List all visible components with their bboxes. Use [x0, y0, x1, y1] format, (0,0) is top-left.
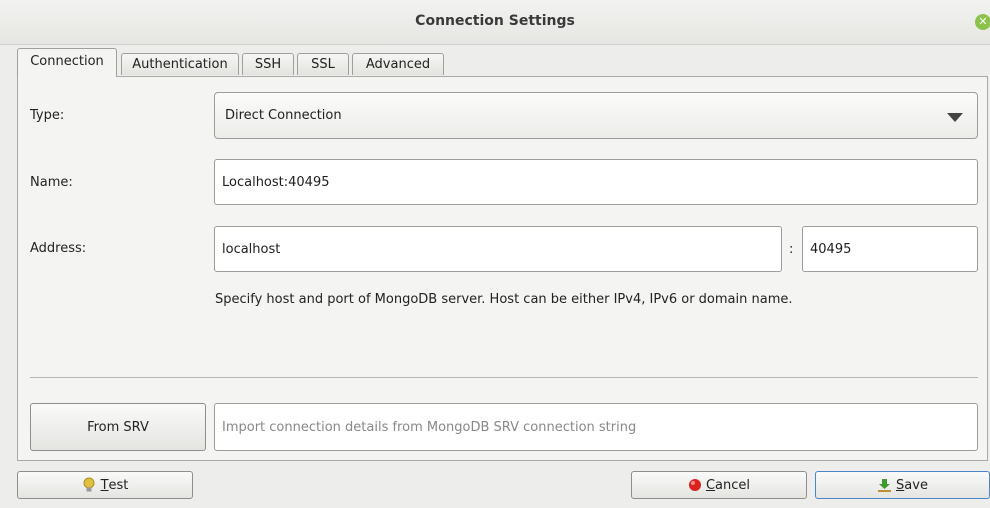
test-label-rest: est — [108, 477, 129, 493]
divider — [30, 377, 978, 378]
type-label: Type: — [30, 108, 65, 123]
type-select-value: Direct Connection — [225, 108, 342, 123]
name-input[interactable]: Localhost:40495 — [214, 159, 978, 205]
test-button[interactable]: Test — [17, 471, 193, 499]
save-label-rest: ave — [904, 477, 928, 493]
cancel-button[interactable]: Cancel — [631, 471, 807, 499]
window-title: Connection Settings — [415, 13, 575, 29]
type-select[interactable]: Direct Connection — [214, 92, 978, 139]
port-input[interactable]: 40495 — [802, 226, 978, 272]
host-input[interactable]: localhost — [214, 226, 782, 272]
name-label: Name: — [30, 175, 73, 190]
tab-connection[interactable]: Connection — [17, 48, 117, 77]
cancel-label-rest: ancel — [715, 477, 751, 493]
tab-ssl[interactable]: SSL — [297, 53, 349, 75]
tab-ssh[interactable]: SSH — [242, 53, 294, 75]
tab-advanced[interactable]: Advanced — [352, 53, 444, 75]
download-icon — [878, 478, 892, 492]
srv-connection-string-input[interactable]: Import connection details from MongoDB S… — [214, 403, 978, 451]
cancel-mnemonic: C — [705, 477, 716, 493]
lightbulb-icon — [83, 477, 95, 492]
tab-authentication[interactable]: Authentication — [121, 53, 239, 75]
stop-icon — [688, 479, 701, 491]
address-label: Address: — [30, 241, 87, 256]
from-srv-button[interactable]: From SRV — [30, 403, 206, 451]
address-help-text: Specify host and port of MongoDB server.… — [215, 292, 793, 307]
save-mnemonic: S — [896, 477, 905, 493]
save-button[interactable]: Save — [815, 471, 990, 499]
chevron-down-icon — [947, 113, 963, 122]
title-bar: Connection Settings ✕ — [0, 0, 990, 45]
close-icon[interactable]: ✕ — [975, 14, 990, 30]
test-mnemonic: T — [100, 477, 109, 493]
port-separator: : — [789, 242, 794, 257]
